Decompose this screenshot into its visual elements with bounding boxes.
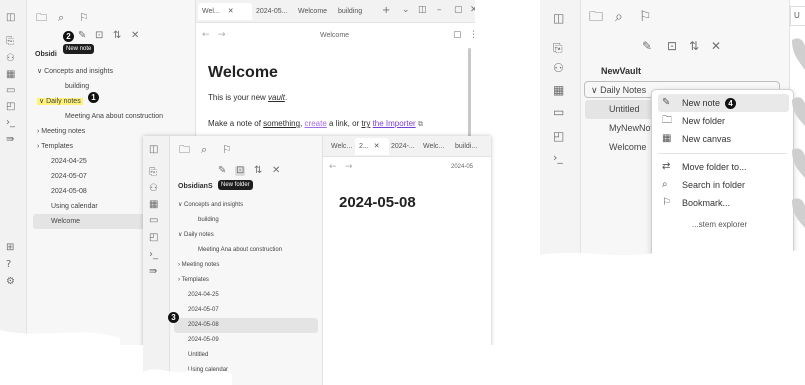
canvas-icon[interactable]: ▦ [149,200,158,210]
step-badge-4: 4 [725,98,736,109]
publish-icon[interactable]: ⇛ [149,267,157,277]
collapse-all-icon[interactable]: ✕ [272,166,280,176]
tree-item[interactable]: 2024-05-08 [174,318,318,333]
new-note-icon[interactable]: ✎ [218,166,226,176]
bookmark-icon: ⚐ [662,197,671,208]
sidebar-toggle-icon[interactable]: ◫ [553,12,564,24]
tree-item[interactable]: Welcome [174,378,318,385]
terminal-icon[interactable]: ›_ [149,250,158,260]
tree-item[interactable]: 2024-04-25 [174,288,318,303]
search-tab-icon[interactable]: ⌕ [201,144,207,155]
right-window: ◫ ⎘ ⚇ ▦ ▭ ◰ ›_ 🗀 ⌕ ⚐ ✎ ⊡ ⇅ ✕ NewVault ∨ … [540,0,805,262]
canvas-icon[interactable]: ▦ [553,84,564,96]
tree-item[interactable]: Using calendar [174,363,318,378]
close-tab-icon[interactable]: ✕ [374,143,380,150]
terminal-icon[interactable]: ›_ [553,152,563,163]
forward-arrow-icon[interactable]: → [345,163,353,172]
new-note-icon[interactable]: ✎ [642,40,652,52]
context-menu-item[interactable]: ✎ New note [658,94,789,112]
tab-welcome-2[interactable]: Welc... [419,138,453,155]
bookmarks-tab-icon[interactable]: ⚐ [639,10,652,24]
tree-item[interactable]: ∨ Daily notes [174,228,318,243]
folder-icon: 🗀 [662,115,672,126]
context-menu-item[interactable]: ⚐ Bookmark... [658,194,789,212]
tree-item[interactable]: 2024-05-09 [174,333,318,348]
mid-tab-bar: Welc... 2... ✕ 2024-... Welc... buildi..… [323,136,491,157]
context-menu-item[interactable]: ...stem explorer [658,216,789,234]
tab-building[interactable]: buildi... [451,138,487,155]
new-folder-icon[interactable]: ⊡ [235,166,246,176]
tree-item[interactable]: › Templates [174,273,318,288]
new-folder-tooltip: New folder [218,180,253,190]
right-ribbon: ◫ ⎘ ⚇ ▦ ▭ ◰ ›_ [540,0,581,262]
calendar-icon[interactable]: ▭ [149,216,158,226]
bookmarks-tab-icon[interactable]: ⚐ [222,144,232,155]
tree-item[interactable]: Untitled [174,348,318,363]
context-menu-item[interactable]: ⌕ Search in folder [658,176,789,194]
vault-name: ObsidianS [178,183,213,190]
graph-view-icon[interactable]: ⚇ [553,62,564,74]
tree-item[interactable]: ∨ Concepts and insights [174,198,318,213]
tree-item[interactable]: building [174,213,318,228]
templates-icon[interactable]: ◰ [553,130,564,142]
calendar-icon[interactable]: ▭ [553,106,564,118]
sort-order-icon[interactable]: ⇅ [254,166,262,176]
vault-name: NewVault [601,66,642,76]
tab-2024-05-active[interactable]: 2... ✕ [355,138,389,155]
files-tab-icon[interactable]: 🗀 [179,144,190,155]
pencil-square-icon: ✎ [662,97,671,108]
mid-file-explorer: 🗀 ⌕ ⚐ ✎ ⊡ ⇅ ✕ ObsidianS New folder ∨ Con… [170,136,323,385]
search-folder-icon: ⌕ [662,179,668,190]
open-quick-switcher-icon[interactable]: ⎘ [553,42,563,54]
context-menu-item[interactable]: 🗀 New folder [658,112,789,130]
tab-2024[interactable]: 2024-... [387,138,421,155]
step-badge-3: 3 [168,312,179,323]
move-icon: ⇄ [662,161,671,172]
mid-editor: Welc... 2... ✕ 2024-... Welc... buildi..… [323,136,491,385]
canvas-icon: ▦ [662,133,672,144]
context-menu: ✎ New note 🗀 New folder ▦ New canvas ⇄ Move fol… [651,89,794,262]
menu-divider [658,153,787,154]
tree-item[interactable]: 2024-05-07 [174,303,318,318]
mid-ribbon: ◫ ⎘ ⚇ ▦ ▭ ◰ ›_ ⇛ [143,136,170,385]
back-arrow-icon[interactable]: ← [329,163,337,172]
note-heading: 2024-05-08 [339,194,416,211]
context-menu-item[interactable]: ▦ New canvas [658,130,789,148]
templates-icon[interactable]: ◰ [149,233,158,243]
tab-welcome[interactable]: Welc... [327,138,357,155]
sidebar-toggle-icon[interactable]: ◫ [149,145,158,155]
search-tab-icon[interactable]: ⌕ [615,10,623,24]
context-menu-item[interactable]: ⇄ Move folder to... [658,158,789,176]
middle-window: ◫ ⎘ ⚇ ▦ ▭ ◰ ›_ ⇛ 🗀 ⌕ ⚐ ✎ ⊡ ⇅ ✕ ObsidianS… [143,136,491,385]
sort-order-icon[interactable]: ⇅ [689,40,699,52]
collapse-all-icon[interactable]: ✕ [711,40,721,52]
new-folder-icon[interactable]: ⊡ [667,40,677,52]
right-tab-stub: U [790,6,805,26]
files-tab-icon[interactable]: 🗀 [589,10,603,24]
graph-view-icon[interactable]: ⚇ [149,184,158,194]
breadcrumb: 2024-05 [451,164,474,170]
tree-item[interactable]: Meeting Ana about construction [174,243,318,258]
open-quick-switcher-icon[interactable]: ⎘ [149,168,157,178]
tree-item[interactable]: › Meeting notes [174,258,318,273]
